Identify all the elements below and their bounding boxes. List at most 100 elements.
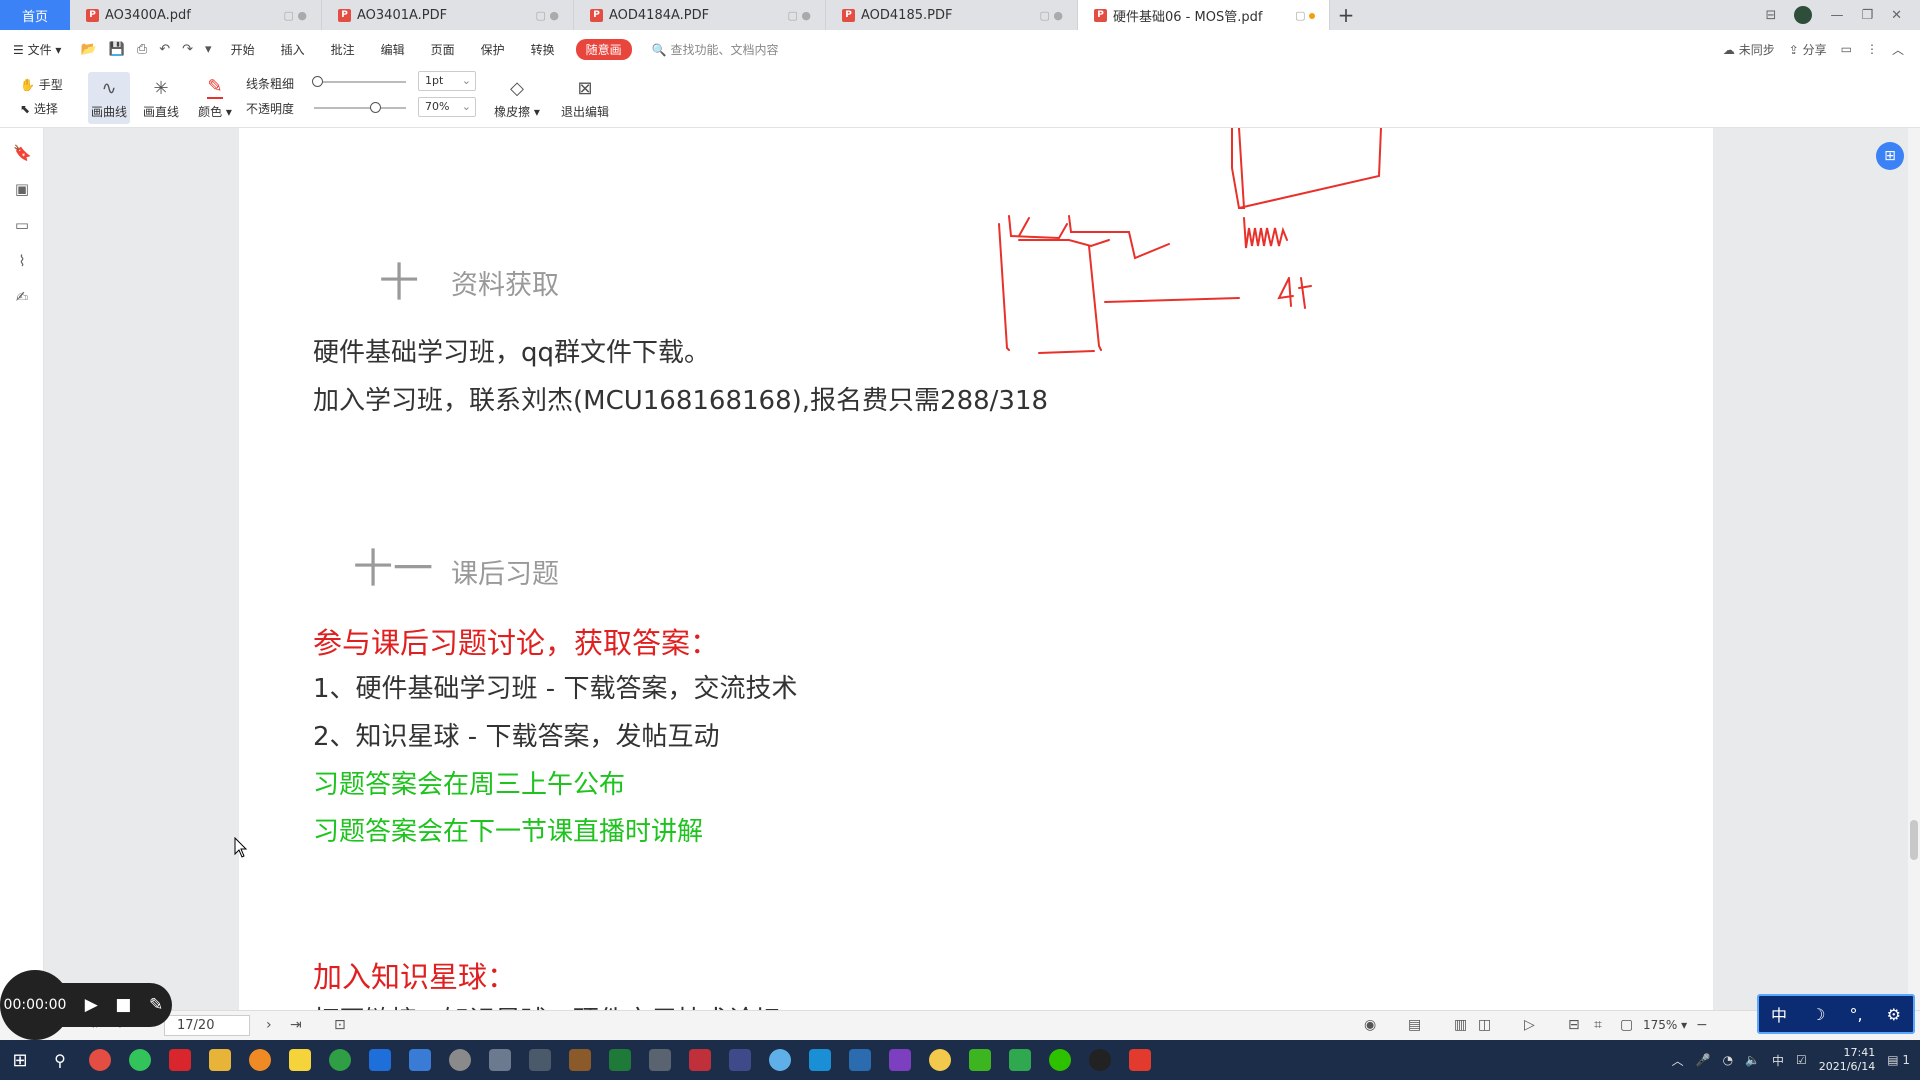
curve-tool[interactable]: ∿ 画曲线	[88, 72, 130, 124]
eraser-tool[interactable]: ◇ 橡皮擦 ▾	[492, 72, 542, 124]
tab-close-icon[interactable]: ▢	[1295, 9, 1315, 22]
taskbar-app[interactable]	[320, 1040, 360, 1080]
taskbar-app[interactable]	[280, 1040, 320, 1080]
taskbar-app[interactable]	[680, 1040, 720, 1080]
menu-insert[interactable]: 插入	[268, 41, 318, 58]
tab-document[interactable]: P AOD4185.PDF ▢ ●	[826, 0, 1078, 30]
taskbar-app[interactable]	[840, 1040, 880, 1080]
page-number-input[interactable]: 17/20	[164, 1015, 250, 1036]
tab-document[interactable]: P AO3401A.PDF ▢ ●	[322, 0, 574, 30]
restore-icon[interactable]: ❐	[1861, 8, 1873, 23]
menu-page[interactable]: 页面	[418, 41, 468, 58]
play-icon[interactable]: ▶	[85, 995, 98, 1015]
taskbar-app[interactable]	[920, 1040, 960, 1080]
taskbar-app[interactable]	[720, 1040, 760, 1080]
taskbar-app[interactable]	[1080, 1040, 1120, 1080]
tab-document[interactable]: P AOD4184A.PDF ▢ ●	[574, 0, 826, 30]
search-button[interactable]: ⚲	[40, 1040, 80, 1080]
taskbar-app[interactable]	[480, 1040, 520, 1080]
eye-icon[interactable]: ◉	[1364, 1017, 1376, 1033]
hand-tool[interactable]: ✋ 手型	[20, 76, 63, 93]
crop-icon[interactable]: ⌗	[1594, 1017, 1602, 1033]
next-page-icon[interactable]: ›	[266, 1017, 272, 1033]
taskbar-app[interactable]	[640, 1040, 680, 1080]
taskbar-app[interactable]	[800, 1040, 840, 1080]
thickness-slider[interactable]	[314, 81, 406, 83]
select-tool[interactable]: ⬉ 选择	[20, 100, 58, 117]
continuous-icon[interactable]: ▥	[1454, 1017, 1467, 1033]
taskbar-app[interactable]	[880, 1040, 920, 1080]
print-icon[interactable]: ⎙	[131, 42, 153, 57]
menu-protect[interactable]: 保护	[468, 41, 518, 58]
pen-icon[interactable]: ✎	[149, 995, 163, 1015]
undo-icon[interactable]: ↶	[153, 42, 176, 57]
tab-document-active[interactable]: P 硬件基础06 - MOS管.pdf ▢	[1078, 0, 1330, 30]
floating-tool-icon[interactable]: ⊞	[1876, 142, 1904, 170]
moon-icon[interactable]: ☽	[1811, 1005, 1825, 1024]
taskbar-app[interactable]	[400, 1040, 440, 1080]
start-button[interactable]: ⊞	[0, 1040, 40, 1080]
zoom-out-icon[interactable]: −	[1696, 1017, 1708, 1033]
menu-freehand[interactable]: 随意画	[575, 38, 632, 60]
clock[interactable]: 17:41 2021/6/14	[1819, 1046, 1875, 1074]
punctuation-icon[interactable]: °,	[1849, 1005, 1862, 1024]
opacity-slider-handle[interactable]	[370, 102, 381, 113]
tab-close-icon[interactable]: ▢ ●	[284, 9, 308, 22]
volume-icon[interactable]: 🔈	[1745, 1053, 1760, 1067]
file-menu[interactable]: ☰ 文件 ▾	[0, 41, 74, 58]
taskbar-app[interactable]	[120, 1040, 160, 1080]
taskbar-app[interactable]	[80, 1040, 120, 1080]
layout-icon[interactable]: ⊟	[1766, 8, 1777, 23]
play-icon[interactable]: ▷	[1524, 1017, 1535, 1033]
two-page-icon[interactable]: ◫	[1478, 1017, 1491, 1033]
tab-close-icon[interactable]: ▢ ●	[1040, 9, 1064, 22]
tab-home[interactable]: 首页	[0, 0, 70, 30]
taskbar-app[interactable]	[560, 1040, 600, 1080]
sync-button[interactable]: ☁ 未同步	[1723, 41, 1775, 58]
vertical-scrollbar[interactable]	[1908, 128, 1920, 1010]
menu-edit[interactable]: 编辑	[368, 41, 418, 58]
menu-annotate[interactable]: 批注	[318, 41, 368, 58]
fit-icon[interactable]: ⊡	[334, 1017, 346, 1033]
taskbar-app[interactable]	[360, 1040, 400, 1080]
network-icon[interactable]: ◔	[1723, 1053, 1733, 1067]
opacity-slider[interactable]	[314, 107, 406, 109]
thickness-slider-handle[interactable]	[312, 76, 323, 87]
taskbar-app[interactable]	[960, 1040, 1000, 1080]
notification-icon[interactable]: ▤ 1	[1887, 1053, 1910, 1067]
more-icon[interactable]: ⋮	[1866, 42, 1878, 56]
share-button[interactable]: ⇪ 分享	[1789, 41, 1827, 58]
last-page-icon[interactable]: ⇥	[290, 1017, 302, 1033]
thumbnail-icon[interactable]: ▣	[13, 180, 31, 198]
taskbar-app[interactable]	[200, 1040, 240, 1080]
new-tab-button[interactable]: +	[1330, 0, 1362, 30]
comment-icon[interactable]: ▭	[1841, 42, 1852, 56]
menu-convert[interactable]: 转换	[518, 41, 568, 58]
collapse-icon[interactable]: ︿	[1892, 41, 1904, 58]
color-tool[interactable]: ✎ 颜色 ▾	[194, 72, 236, 124]
avatar[interactable]	[1794, 6, 1813, 24]
minimize-icon[interactable]: —	[1830, 8, 1843, 23]
settings-icon[interactable]: ⚙	[1887, 1005, 1901, 1024]
scrollbar-thumb[interactable]	[1910, 820, 1918, 860]
fit-width-icon[interactable]: ⊟	[1568, 1017, 1580, 1033]
search-input[interactable]: 🔍 查找功能、文档内容	[652, 41, 779, 58]
attachment-icon[interactable]: ⌇	[13, 252, 31, 270]
stop-icon[interactable]: ■	[115, 995, 131, 1015]
open-icon[interactable]: 📂	[74, 42, 102, 57]
tab-close-icon[interactable]: ▢ ●	[536, 9, 560, 22]
taskbar-app[interactable]	[1120, 1040, 1160, 1080]
thickness-select[interactable]: 1pt ⌄	[418, 71, 476, 91]
taskbar-app[interactable]	[1040, 1040, 1080, 1080]
save-icon[interactable]: 💾	[103, 42, 131, 57]
ime-lang[interactable]: 中	[1771, 1002, 1787, 1026]
zoom-select[interactable]: 175% ▾	[1643, 1018, 1687, 1032]
line-tool[interactable]: ✳ 画直线	[140, 72, 182, 124]
read-mode-icon[interactable]: ▢	[1620, 1017, 1633, 1033]
menu-start[interactable]: 开始	[218, 41, 268, 58]
taskbar-app[interactable]	[1000, 1040, 1040, 1080]
bookmark-icon[interactable]: 🔖	[13, 144, 32, 162]
opacity-select[interactable]: 70% ⌄	[418, 97, 476, 117]
tray-lang[interactable]: 中	[1772, 1052, 1784, 1069]
tab-document[interactable]: P AO3400A.pdf ▢ ●	[70, 0, 322, 30]
